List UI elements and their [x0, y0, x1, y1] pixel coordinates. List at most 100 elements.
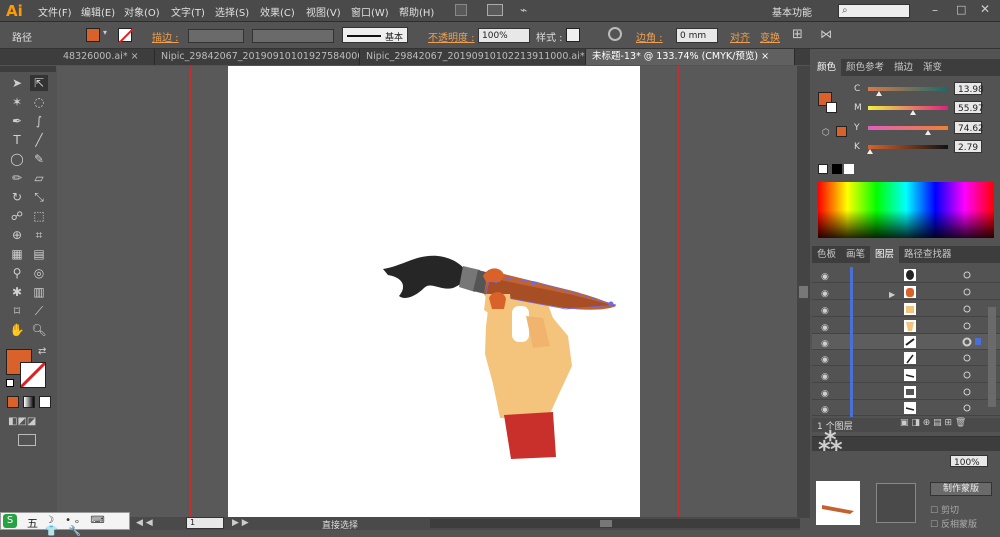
menu-select[interactable]: 选择(S): [215, 4, 249, 19]
chevron-down-icon[interactable]: ▾: [103, 28, 111, 42]
channel-c-field[interactable]: 13.98: [954, 82, 984, 95]
search-input[interactable]: ⌕: [838, 4, 910, 18]
line-tool-icon[interactable]: ╱: [30, 132, 48, 148]
stroke-color-box[interactable]: [19, 361, 47, 389]
corner-label[interactable]: 边角 :: [636, 29, 663, 44]
layer-actions-icon[interactable]: ▣ ◨ ⊕ ▤ ⊞ 🗑︎: [900, 418, 966, 428]
minimize-button[interactable]: –: [932, 3, 938, 17]
menu-file[interactable]: 文件(F): [38, 4, 72, 19]
gpu-performance-icon[interactable]: ⌁: [520, 3, 527, 17]
graphic-style-swatch[interactable]: [566, 28, 580, 42]
slider-marker-icon[interactable]: [867, 149, 874, 154]
maximize-button[interactable]: □: [956, 3, 966, 16]
arrange-documents-icon[interactable]: [487, 4, 503, 16]
artboard-tool-icon[interactable]: ⌑: [8, 303, 26, 319]
object-thumbnail[interactable]: [816, 481, 860, 525]
transparency-opacity-field[interactable]: 100%: [950, 455, 988, 468]
black-color-swatch[interactable]: [832, 164, 842, 174]
none-mode-icon[interactable]: [39, 396, 51, 408]
color-spectrum[interactable]: [818, 182, 994, 238]
control-panel-menu-icon[interactable]: ⋈: [820, 27, 832, 41]
clip-checkbox[interactable]: ☐ 剪切: [930, 503, 959, 516]
zoom-tool-icon[interactable]: 🔍︎: [30, 322, 48, 338]
channel-c-slider[interactable]: [868, 87, 948, 96]
pen-tool-icon[interactable]: ✒: [8, 113, 26, 129]
pencil-tool-icon[interactable]: ✏: [8, 170, 26, 186]
stroke-label[interactable]: 描边 :: [152, 29, 179, 44]
direct-selection-tool-icon[interactable]: ⇱: [30, 75, 48, 91]
variable-width-dropdown[interactable]: [252, 29, 334, 43]
slice-tool-icon[interactable]: ⟋: [30, 303, 48, 319]
gradient-mode-icon[interactable]: [23, 396, 35, 408]
horizontal-scrollbar[interactable]: [430, 519, 800, 528]
artboard-number-field[interactable]: 1: [186, 517, 224, 529]
swap-fill-stroke-icon[interactable]: ⇄: [38, 346, 46, 357]
align-link[interactable]: 对齐: [730, 29, 750, 44]
tab-brushes[interactable]: 画笔: [841, 246, 870, 263]
perspective-grid-tool-icon[interactable]: ⌗: [30, 227, 48, 243]
mesh-tool-icon[interactable]: ▦: [8, 246, 26, 262]
ellipse-tool-icon[interactable]: ◯: [8, 151, 26, 167]
stroke-none-swatch[interactable]: [118, 28, 134, 44]
hand-tool-icon[interactable]: ✋: [8, 322, 26, 338]
none-color-swatch[interactable]: [818, 164, 828, 174]
selection-tool-icon[interactable]: ➤: [8, 75, 26, 91]
tab-document-1[interactable]: 48326000.ai* ×: [57, 49, 155, 65]
scale-tool-icon[interactable]: ⤡: [30, 189, 48, 205]
opacity-field[interactable]: 100%: [478, 28, 530, 43]
corner-radius-field[interactable]: 0 mm: [676, 28, 718, 43]
tab-swatches[interactable]: 色板: [812, 246, 841, 263]
menu-window[interactable]: 窗口(W): [351, 4, 389, 19]
brush-definition-dropdown[interactable]: 基本: [342, 27, 408, 43]
ime-mode-label[interactable]: 五: [27, 515, 38, 531]
tab-color-guide[interactable]: 颜色参考: [841, 59, 889, 76]
ime-action-icons[interactable]: ☽ •ₒ ⌨ 👕 🔧: [45, 515, 129, 537]
slider-marker-icon[interactable]: [925, 130, 931, 135]
tab-document-active[interactable]: 未标题-13* @ 133.74% (CMYK/预览) ×: [586, 49, 795, 65]
symbol-sprayer-tool-icon[interactable]: ✱: [8, 284, 26, 300]
type-tool-icon[interactable]: T: [8, 132, 26, 148]
recolor-artwork-icon[interactable]: [608, 27, 622, 41]
curvature-tool-icon[interactable]: ∫: [30, 113, 48, 129]
rotate-tool-icon[interactable]: ↻: [8, 189, 26, 205]
color-panel-stroke-swatch[interactable]: [826, 102, 837, 113]
menu-object[interactable]: 对象(O): [124, 4, 160, 19]
magic-wand-tool-icon[interactable]: ✶: [8, 94, 26, 110]
column-graph-tool-icon[interactable]: ▥: [30, 284, 48, 300]
next-artboard-icons[interactable]: ▶ ▶: [232, 518, 249, 528]
tab-stroke[interactable]: 描边: [889, 59, 918, 76]
eyedropper-tool-icon[interactable]: ⚲: [8, 265, 26, 281]
menu-edit[interactable]: 编辑(E): [81, 4, 115, 19]
tab-document-3[interactable]: Nipic_29842067_20190910102213911000.ai* …: [360, 49, 586, 65]
fill-swatch[interactable]: [86, 28, 100, 42]
white-color-swatch[interactable]: [844, 164, 854, 174]
toolbox-grip[interactable]: [0, 66, 56, 72]
eraser-tool-icon[interactable]: ▱: [30, 170, 48, 186]
out-of-gamut-icon[interactable]: ⬡: [822, 128, 830, 138]
workspace-switcher[interactable]: 基本功能: [772, 4, 812, 19]
warp-tool-icon[interactable]: ☍: [8, 208, 26, 224]
menu-view[interactable]: 视图(V): [306, 4, 341, 19]
artboard[interactable]: [228, 66, 640, 518]
opacity-label[interactable]: 不透明度 :: [428, 29, 475, 44]
tab-gradient[interactable]: 渐变: [918, 59, 947, 76]
channel-m-slider[interactable]: [868, 106, 948, 115]
bridge-icon[interactable]: [455, 4, 467, 16]
default-colors-icon[interactable]: [6, 379, 14, 387]
channel-m-field[interactable]: 55.97: [954, 101, 984, 114]
channel-k-field[interactable]: 2.79: [954, 140, 982, 153]
blend-tool-icon[interactable]: ◎: [30, 265, 48, 281]
lasso-tool-icon[interactable]: ◌: [30, 94, 48, 110]
menu-help[interactable]: 帮助(H): [399, 4, 434, 19]
channel-y-slider[interactable]: [868, 126, 948, 135]
stroke-weight-dropdown[interactable]: [188, 29, 244, 43]
tab-pathfinder[interactable]: 路径查找器: [899, 246, 957, 263]
tab-document-2[interactable]: Nipic_29842067_20190910101927584000.ai* …: [155, 49, 360, 65]
slider-marker-icon[interactable]: [876, 91, 883, 96]
free-transform-tool-icon[interactable]: ⬚: [30, 208, 48, 224]
artboard-nav-icons[interactable]: ◀ ◀: [136, 518, 153, 528]
close-button[interactable]: ✕: [980, 2, 990, 16]
vertical-scrollbar[interactable]: [797, 66, 810, 518]
horizontal-scrollbar-thumb[interactable]: [600, 520, 612, 527]
make-mask-button[interactable]: 制作蒙版: [930, 482, 992, 496]
